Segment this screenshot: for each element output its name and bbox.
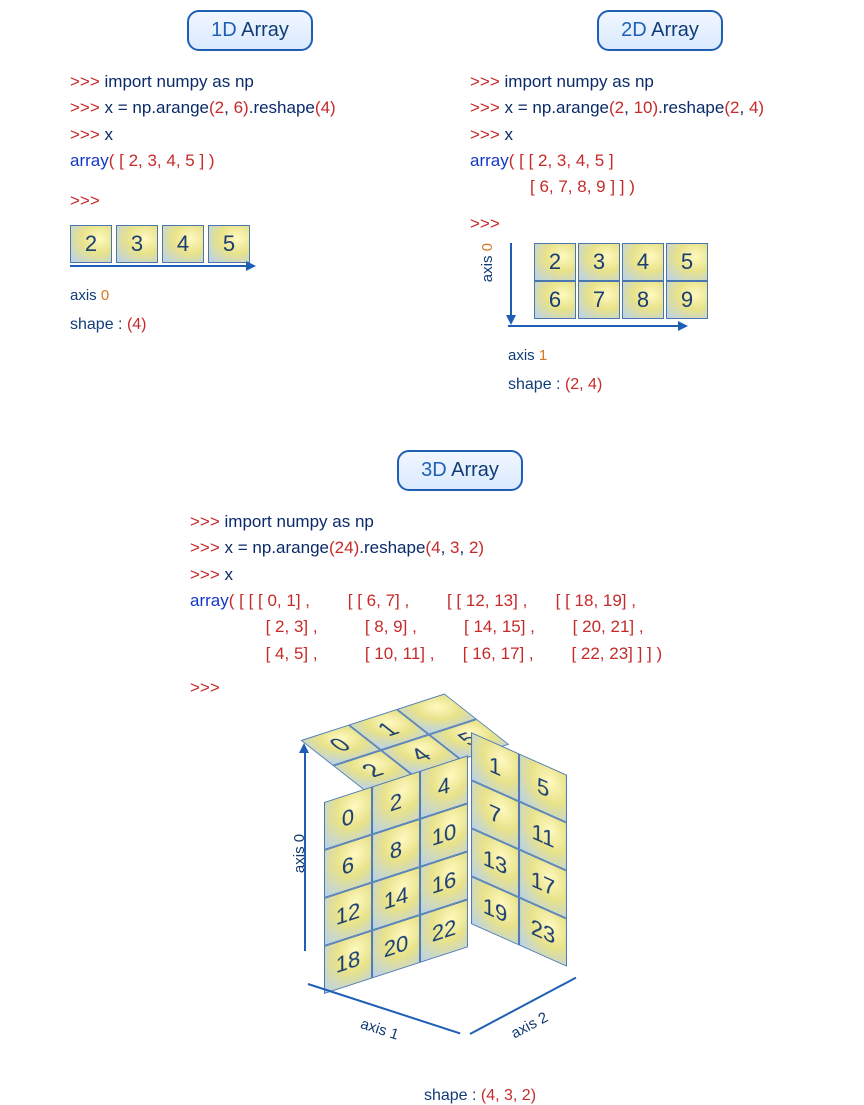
axis1-label-3d: axis 1 [358,1016,401,1044]
code-2d: >>> import numpy as np >>> x = np.arange… [470,69,850,237]
code-3d: >>> import numpy as np >>> x = np.arange… [190,509,770,701]
axis2-label-3d: axis 2 [508,1009,551,1042]
array-cell: 4 [622,243,664,281]
axis1-arrow-icon [508,325,686,343]
array-cell: 5 [208,225,250,263]
cube-3d: 0 1 2 4 5 0 2 4 6 8 10 12 14 16 18 20 22… [260,715,600,1075]
array-cell: 9 [666,281,708,319]
axis0-arrow-icon [70,265,254,283]
axis1-label-2d: axis 1 [508,347,850,364]
section-1d: 1D Array >>> import numpy as np >>> x = … [70,10,430,334]
axis0-arrow-icon [510,243,528,323]
array-cell: 3 [578,243,620,281]
array-cell: 2 [534,243,576,281]
shape-1d: shape : (4) [70,316,430,334]
array-cell: 8 [622,281,664,319]
code-1d: >>> import numpy as np >>> x = np.arange… [70,69,430,215]
shape-3d: shape : (4, 3, 2) [190,1087,770,1105]
cells-1d: 2 3 4 5 [70,225,430,263]
title-3d: 3D Array [397,450,523,491]
array-cell: 6 [534,281,576,319]
array-cell: 2 [70,225,112,263]
array-cell: 4 [162,225,204,263]
title-1d: 1D Array [187,10,313,51]
axis0-label: axis 0 [70,287,430,304]
axis0-label-2d: axis 0 [479,243,496,282]
cells-2d: 2 3 4 5 6 7 8 9 [534,243,708,323]
section-3d: 3D Array >>> import numpy as np >>> x = … [150,450,770,1105]
title-2d: 2D Array [597,10,723,51]
array-cell: 5 [666,243,708,281]
section-2d: 2D Array >>> import numpy as np >>> x = … [470,10,850,394]
array-cell: 3 [116,225,158,263]
cube-right-face: 1 5 7 11 13 17 19 23 [471,732,565,964]
cube-front-face: 0 2 4 6 8 10 12 14 16 18 20 22 [324,756,466,992]
arrow-up-icon [299,743,309,753]
shape-2d: shape : (2, 4) [508,376,850,394]
axis0-label-3d: axis 0 [291,834,308,873]
array-cell: 7 [578,281,620,319]
